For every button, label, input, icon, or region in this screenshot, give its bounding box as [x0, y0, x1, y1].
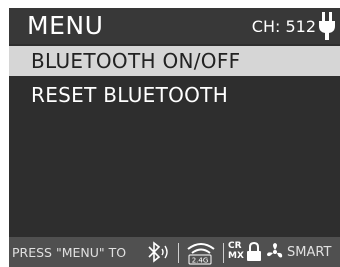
status-separator [178, 243, 179, 263]
crmx-top: CR [228, 241, 242, 251]
menu-title: MENU [27, 11, 104, 40]
menu-item-bluetooth-toggle[interactable]: BLUETOOTH ON/OFF [9, 46, 340, 76]
lock-icon [247, 241, 261, 261]
bluetooth-icon [148, 241, 168, 263]
crmx-icon: CR MX [228, 241, 244, 261]
wifi-band-label: 2.4G [192, 257, 209, 265]
menu-item-label: BLUETOOTH ON/OFF [31, 49, 241, 73]
device-screen: MENU CH: 512 BLUETOOTH ON/OFF RESET BLUE… [9, 8, 340, 267]
header-bar: MENU CH: 512 [9, 8, 340, 44]
status-separator [223, 243, 224, 263]
status-hint: PRESS "MENU" TO [12, 245, 127, 260]
fan-icon [267, 243, 283, 258]
menu-item-label: RESET BLUETOOTH [31, 83, 229, 107]
crmx-bottom: MX [228, 251, 244, 261]
status-bar: PRESS "MENU" TO 2.4G CR MX SMART [9, 237, 340, 267]
menu-item-reset-bluetooth[interactable]: RESET BLUETOOTH [9, 80, 340, 110]
smart-label: SMART [287, 245, 332, 260]
plug-icon [319, 12, 335, 40]
wireless-icon: 2.4G [187, 243, 215, 265]
channel-readout: CH: 512 [251, 17, 316, 36]
